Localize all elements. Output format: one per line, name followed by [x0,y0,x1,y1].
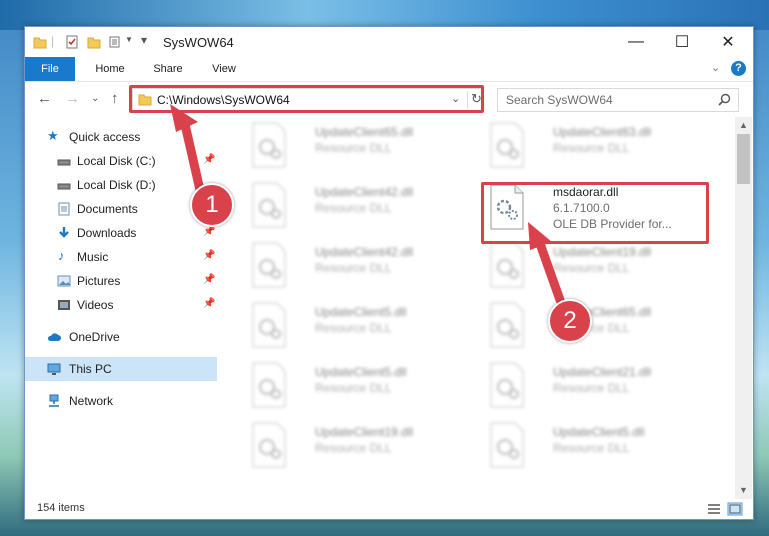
arrow-1 [179,115,205,195]
callout-arrows [170,104,565,305]
arrow-2 [533,233,565,305]
step-2-badge: 2 [548,299,592,343]
arrow-2-head [528,222,552,250]
step-1-badge: 1 [190,183,234,227]
arrow-1-head [170,104,198,132]
